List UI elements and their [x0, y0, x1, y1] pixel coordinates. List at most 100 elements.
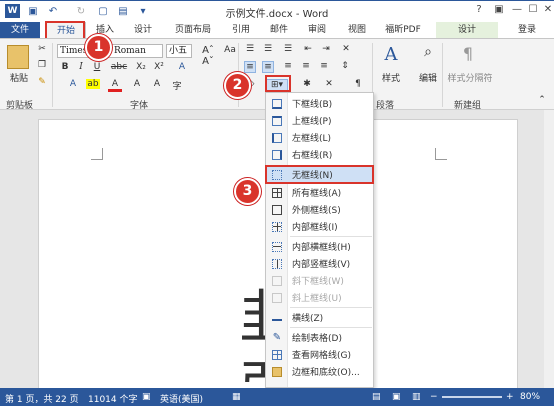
decrease-indent-icon[interactable]: ⇤ — [302, 44, 314, 54]
font-size-select[interactable]: 小五 — [166, 44, 192, 58]
tab-review[interactable]: 审阅 — [300, 22, 334, 38]
crop-mark — [435, 148, 447, 160]
strikethrough-button[interactable]: abc — [110, 62, 128, 72]
border-right-icon — [266, 149, 288, 160]
text-effects-icon-2[interactable]: A — [66, 79, 80, 89]
minimize-button[interactable]: — — [510, 4, 524, 18]
grow-shrink-font-icon[interactable]: Aˆ Aˇ — [196, 45, 220, 67]
outside-borders-icon — [266, 204, 288, 215]
menu-separator — [290, 236, 372, 237]
tab-references[interactable]: 引用 — [224, 22, 258, 38]
tab-design[interactable]: 设计 — [126, 22, 160, 38]
gridlines-icon — [266, 349, 288, 360]
sort-icon[interactable]: ✱ — [300, 79, 314, 89]
highlight-color-icon[interactable]: ab — [86, 79, 100, 89]
menu-item-outside-borders[interactable]: 外侧框线(S) — [266, 201, 373, 218]
zoom-slider[interactable] — [442, 396, 502, 398]
styles-button[interactable]: 样式 — [378, 71, 404, 84]
paste-icon[interactable] — [7, 45, 29, 69]
vertical-scrollbar[interactable] — [544, 110, 554, 388]
sign-in-link[interactable]: 登录 — [510, 22, 544, 38]
print-layout-icon[interactable]: ▣ — [392, 392, 401, 402]
change-case-icon[interactable]: Aa — [224, 45, 236, 55]
collapse-ribbon-icon[interactable]: ⌃ — [536, 95, 548, 105]
title-bar: W ▣ ↶ ↻ ▢ ▤ ▾ 示例文件.docx - Word ? ▣ — ☐ ✕ — [0, 0, 554, 22]
read-mode-icon[interactable]: ▤ — [372, 392, 381, 402]
proofing-icon[interactable]: ▣ — [142, 392, 151, 402]
highlight-borders-button — [265, 75, 291, 92]
inside-vertical-icon — [266, 258, 288, 269]
menu-item-all-borders[interactable]: 所有框线(A) — [266, 184, 373, 201]
menu-item-horizontal-line[interactable]: 横线(Z) — [266, 309, 373, 326]
multilevel-list-icon[interactable]: ☰ — [282, 44, 294, 54]
border-left-icon — [266, 132, 288, 143]
enclose-char-icon[interactable]: 字 — [170, 79, 184, 92]
tab-layout[interactable]: 页面布局 — [168, 22, 218, 38]
copy-icon[interactable]: ❐ — [36, 60, 48, 70]
step-marker-3: 3 — [234, 178, 261, 205]
close-button[interactable]: ✕ — [541, 4, 554, 18]
menu-item-bottom-border[interactable]: 下框线(B) — [266, 95, 373, 112]
char-border-icon[interactable]: A — [150, 79, 164, 89]
zoom-out-button[interactable]: − — [430, 392, 438, 402]
web-layout-icon[interactable]: ▥ — [412, 392, 421, 402]
menu-item-top-border[interactable]: 上框线(P) — [266, 112, 373, 129]
paste-button[interactable]: 粘贴 — [6, 71, 32, 84]
format-painter-icon[interactable]: ✎ — [36, 77, 48, 87]
horizontal-line-icon — [266, 315, 288, 321]
menu-item-left-border[interactable]: 左框线(L) — [266, 129, 373, 146]
char-shading-icon[interactable]: A — [130, 79, 144, 89]
tab-mailings[interactable]: 邮件 — [262, 22, 296, 38]
editing-icon[interactable]: ⌕ — [418, 44, 438, 66]
menu-item-draw-table[interactable]: ✎ 绘制表格(D) — [266, 329, 373, 346]
justify-icon[interactable]: ≡ — [300, 61, 312, 71]
menu-item-no-border[interactable]: 无框线(N) — [265, 165, 374, 184]
chinese-layout-icon[interactable]: ✕ — [340, 44, 352, 54]
underline-button[interactable]: U — [92, 62, 102, 72]
page-count[interactable]: 第 1 页，共 22 页 — [5, 392, 79, 405]
zoom-level[interactable]: 80% — [520, 392, 540, 402]
styles-icon[interactable]: A — [380, 44, 402, 66]
cut-icon[interactable]: ✂ — [36, 44, 48, 54]
show-marks-icon[interactable]: ¶ — [352, 79, 364, 89]
menu-item-view-gridlines[interactable]: 查看网格线(G) — [266, 346, 373, 363]
align-right-icon[interactable]: ≡ — [282, 61, 294, 71]
bullets-icon[interactable]: ☰ — [244, 44, 256, 54]
menu-item-borders-shading[interactable]: 边框和底纹(O)... — [266, 363, 373, 380]
menu-item-inside-borders[interactable]: 内部框线(I) — [266, 218, 373, 235]
superscript-button[interactable]: X² — [152, 62, 166, 72]
menu-item-right-border[interactable]: 右框线(R) — [266, 146, 373, 163]
zoom-in-button[interactable]: + — [506, 392, 514, 402]
language-indicator[interactable]: 英语(美国) — [160, 392, 203, 405]
tab-foxit-pdf[interactable]: 福昕PDF — [378, 22, 428, 38]
align-left-icon[interactable]: ≡ — [244, 61, 256, 73]
word-count[interactable]: 11014 个字 — [88, 392, 138, 405]
numbering-icon[interactable]: ☰ — [262, 44, 274, 54]
italic-button[interactable]: I — [76, 62, 86, 72]
all-borders-icon — [266, 187, 288, 198]
group-divider — [52, 43, 53, 107]
editing-button[interactable]: 编辑 — [414, 71, 442, 84]
help-button[interactable]: ? — [472, 4, 486, 18]
align-center-icon[interactable]: ≡ — [262, 61, 274, 73]
menu-item-inside-horizontal[interactable]: 内部横框线(H) — [266, 238, 373, 255]
tab-table-design[interactable]: 设计 — [436, 22, 498, 38]
text-effects-icon[interactable]: A — [176, 62, 188, 72]
macro-icon[interactable]: ▦ — [232, 392, 241, 402]
style-separator-icon[interactable]: ¶ — [458, 44, 478, 66]
menu-item-diagonal-up: 斜上框线(U) — [266, 289, 373, 306]
menu-item-inside-vertical[interactable]: 内部竖框线(V) — [266, 255, 373, 272]
distributed-icon[interactable]: ≡ — [318, 61, 330, 71]
line-spacing-icon[interactable]: ⇕ — [338, 61, 352, 71]
bold-button[interactable]: B — [60, 62, 70, 72]
ribbon-display-button[interactable]: ▣ — [492, 4, 506, 18]
subscript-button[interactable]: X₂ — [134, 62, 148, 72]
tab-file[interactable]: 文件 — [0, 22, 40, 38]
maximize-button[interactable]: ☐ — [526, 4, 540, 18]
increase-indent-icon[interactable]: ⇥ — [320, 44, 332, 54]
diagonal-down-icon — [266, 275, 288, 286]
asian-layout-icon[interactable]: ✕ — [322, 79, 336, 89]
style-separator-button[interactable]: 样式分隔符 — [444, 71, 496, 84]
tab-view[interactable]: 视图 — [340, 22, 374, 38]
font-color-icon[interactable]: A — [108, 79, 122, 92]
